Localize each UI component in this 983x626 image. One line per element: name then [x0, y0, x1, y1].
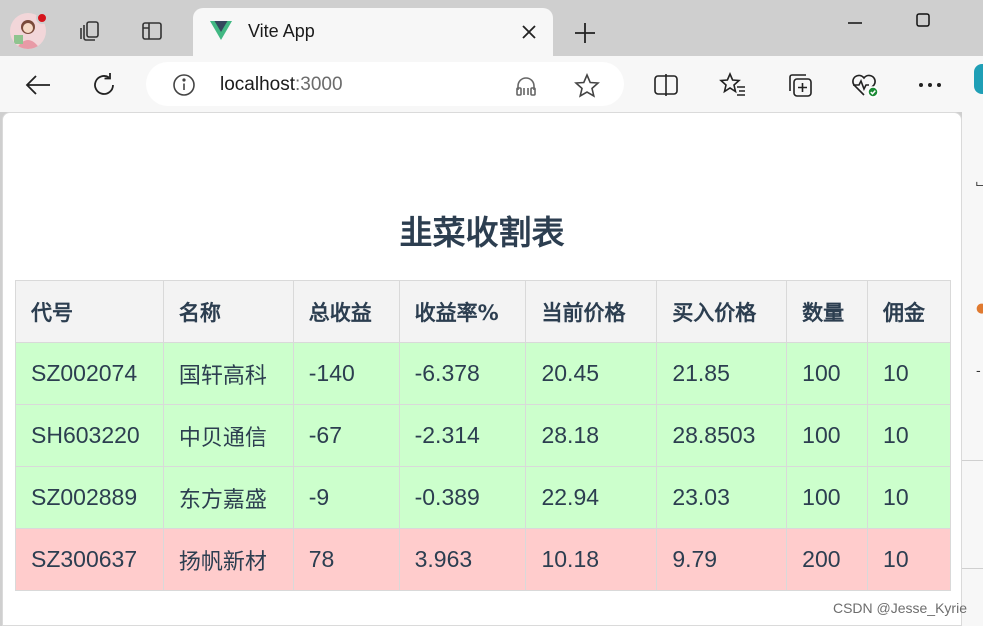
cell-name: 扬帆新材 — [162, 528, 294, 591]
url-text[interactable]: localhost:3000 — [220, 74, 343, 96]
close-icon[interactable] — [519, 22, 539, 42]
tab-active[interactable]: Vite App — [193, 8, 553, 56]
page-viewport: 韭菜收割表 代号 名称 总收益 收益率% 当前价格 买入价格 数量 佣金 SZ0… — [2, 112, 962, 626]
sidebar-pane: ﹂ ● - — [962, 112, 983, 626]
copilot-icon[interactable] — [974, 64, 983, 94]
sidebar-glyph: ﹂ — [976, 178, 983, 197]
cell-total-profit: 78 — [292, 528, 400, 591]
cell-return-rate: -2.314 — [398, 404, 527, 467]
table-row: SH603220 中贝通信 -67 -2.314 28.18 28.8503 1… — [15, 404, 951, 467]
cell-quantity: 200 — [786, 528, 869, 591]
column-header-buy-price: 买入价格 — [656, 280, 788, 343]
cell-code: SZ002074 — [15, 342, 164, 405]
cell-name: 国轩高科 — [162, 342, 294, 405]
cell-quantity: 100 — [786, 404, 869, 467]
sidebar-divider — [962, 568, 983, 569]
column-header-commission: 佣金 — [867, 280, 951, 343]
tab-strip: Vite App — [0, 0, 983, 56]
vite-favicon — [210, 21, 232, 45]
back-arrow-icon[interactable] — [23, 70, 53, 100]
cell-name: 中贝通信 — [162, 404, 294, 467]
notification-dot — [36, 12, 48, 24]
watermark: CSDN @Jesse_Kyrie — [832, 600, 967, 616]
address-bar[interactable]: localhost:3000 — [146, 62, 624, 106]
workspaces-icon[interactable] — [77, 18, 103, 44]
cell-return-rate: -0.389 — [398, 466, 527, 529]
cell-current-price: 20.45 — [525, 342, 658, 405]
minimize-icon[interactable] — [840, 8, 870, 32]
plus-icon[interactable] — [572, 20, 598, 46]
cell-buy-price: 9.79 — [656, 528, 788, 591]
url-port: :3000 — [295, 74, 343, 95]
cell-return-rate: 3.963 — [398, 528, 527, 591]
cell-code: SZ002889 — [15, 466, 164, 529]
cell-return-rate: -6.378 — [398, 342, 527, 405]
browser-essentials-icon[interactable] — [850, 70, 880, 100]
table-row: SZ002074 国轩高科 -140 -6.378 20.45 21.85 10… — [15, 342, 951, 405]
maximize-icon[interactable] — [908, 8, 938, 32]
info-icon[interactable] — [172, 73, 196, 101]
favorite-star-icon[interactable] — [574, 72, 600, 103]
read-aloud-icon[interactable] — [514, 74, 538, 102]
sidebar-glyph: - — [976, 364, 981, 379]
split-screen-icon[interactable] — [651, 70, 681, 100]
vertical-tabs-icon[interactable] — [139, 18, 165, 44]
cell-buy-price: 21.85 — [656, 342, 788, 405]
cell-buy-price: 28.8503 — [656, 404, 788, 467]
cell-buy-price: 23.03 — [656, 466, 788, 529]
column-header-code: 代号 — [15, 280, 164, 343]
cell-commission: 10 — [867, 528, 951, 591]
column-header-total-profit: 总收益 — [292, 280, 400, 343]
cell-total-profit: -140 — [292, 342, 400, 405]
cell-total-profit: -67 — [292, 404, 400, 467]
tab-title: Vite App — [248, 21, 315, 41]
column-header-return-rate: 收益率% — [398, 280, 527, 343]
table-header-row: 代号 名称 总收益 收益率% 当前价格 买入价格 数量 佣金 — [15, 280, 951, 343]
cell-code: SZ300637 — [15, 528, 164, 591]
refresh-icon[interactable] — [89, 70, 119, 100]
cell-code: SH603220 — [15, 404, 164, 467]
url-host: localhost — [220, 74, 295, 95]
browser-toolbar: localhost:3000 — [0, 56, 983, 112]
stock-table: 代号 名称 总收益 收益率% 当前价格 买入价格 数量 佣金 SZ002074 … — [15, 280, 951, 591]
sidebar-app-icon[interactable]: ● — [976, 301, 983, 316]
page-title: 韭菜收割表 — [399, 213, 565, 252]
table-row: SZ002889 东方嘉盛 -9 -0.389 22.94 23.03 100 … — [15, 466, 951, 529]
sidebar-divider — [962, 460, 983, 461]
cell-total-profit: -9 — [292, 466, 400, 529]
more-icon[interactable] — [915, 70, 945, 100]
column-header-current-price: 当前价格 — [525, 280, 658, 343]
cell-commission: 10 — [867, 466, 951, 529]
column-header-name: 名称 — [162, 280, 294, 343]
cell-current-price: 10.18 — [525, 528, 658, 591]
cell-current-price: 28.18 — [525, 404, 658, 467]
favorites-icon[interactable] — [718, 70, 748, 100]
cell-quantity: 100 — [786, 466, 869, 529]
cell-commission: 10 — [867, 342, 951, 405]
collections-icon[interactable] — [785, 70, 815, 100]
table-row: SZ300637 扬帆新材 78 3.963 10.18 9.79 200 10 — [15, 528, 951, 591]
cell-quantity: 100 — [786, 342, 869, 405]
cell-name: 东方嘉盛 — [162, 466, 294, 529]
cell-commission: 10 — [867, 404, 951, 467]
column-header-quantity: 数量 — [786, 280, 869, 343]
cell-current-price: 22.94 — [525, 466, 658, 529]
